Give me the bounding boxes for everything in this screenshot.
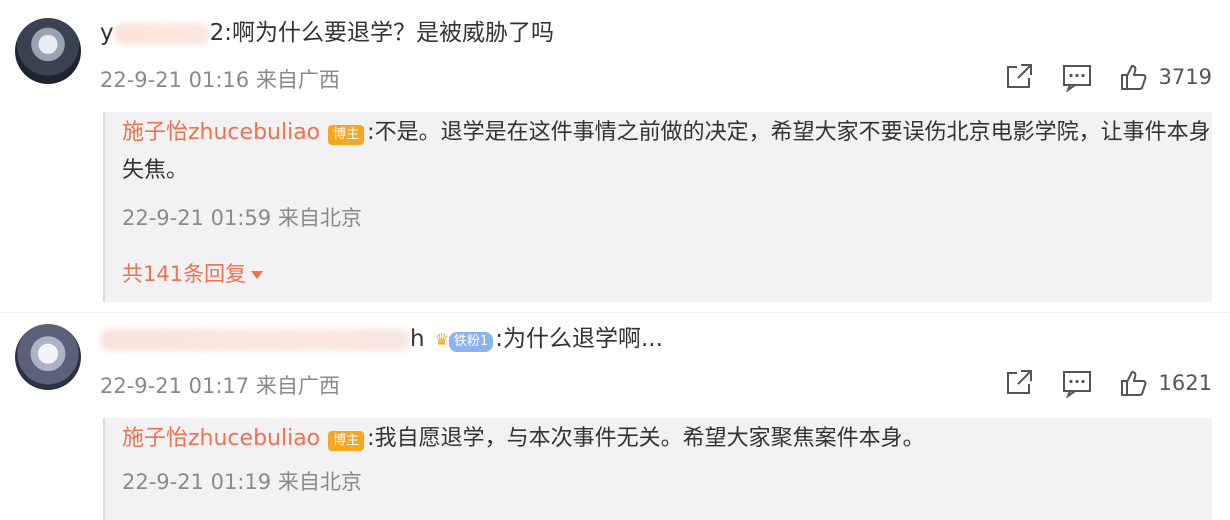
fan-badge: 铁粉1	[448, 332, 494, 352]
reply-box: 施子怡zhucebuliao 博主:不是。退学是在这件事情之前做的决定，希望大家不…	[103, 112, 1212, 302]
reply-box: 施子怡zhucebuliao 博主:我自愿退学，与本次事件无关。希望大家聚焦案件本…	[103, 418, 1212, 520]
username[interactable]: y2	[100, 20, 224, 46]
author-badge: 博主	[328, 125, 365, 145]
like-count: 1621	[1158, 371, 1212, 395]
comment-text: :啊为什么要退学？是被威胁了吗	[224, 20, 555, 46]
comment-meta: 22-9-21 01:16 来自广西	[100, 68, 340, 92]
username[interactable]: h	[100, 326, 425, 352]
reply-author[interactable]: 施子怡zhucebuliao	[122, 120, 320, 145]
comment-actions: 3719	[977, 62, 1212, 92]
comment-item: h ♛ 铁粉1:为什么退学啊... 22-9-21 01:17 来自广西 1621 …	[0, 318, 1230, 520]
divider	[0, 312, 1230, 313]
avatar[interactable]	[15, 18, 81, 84]
author-badge: 博主	[328, 431, 365, 451]
comment-line: h ♛ 铁粉1:为什么退学啊...	[100, 324, 663, 355]
comment-icon[interactable]	[1061, 368, 1093, 398]
share-icon[interactable]	[1003, 62, 1035, 92]
reply-author[interactable]: 施子怡zhucebuliao	[122, 426, 320, 451]
redacted-username	[113, 22, 210, 45]
comment-actions: 1621	[977, 368, 1212, 398]
comment-meta: 22-9-21 01:17 来自广西	[100, 374, 340, 398]
redacted-username	[100, 328, 410, 351]
share-icon[interactable]	[1003, 368, 1035, 398]
chevron-down-icon	[251, 271, 264, 279]
reply-meta: 22-9-21 01:59 来自北京	[122, 206, 362, 230]
more-replies-link[interactable]: 共141条回复	[122, 258, 264, 288]
comment-text: :为什么退学啊...	[495, 326, 663, 352]
thumbs-up-icon[interactable]	[1119, 62, 1149, 92]
comment-item: y 2:啊为什么要退学？是被威胁了吗 22-9-21 01:16 来自广西 371…	[0, 0, 1230, 320]
reply-text-block: 施子怡zhucebuliao 博主:不是。退学是在这件事情之前做的决定，希望大家不…	[122, 114, 1212, 190]
avatar[interactable]	[15, 324, 81, 390]
crown-icon: ♛	[434, 329, 449, 349]
reply-text: :我自愿退学，与本次事件无关。希望大家聚焦案件本身。	[367, 426, 925, 451]
reply-text-block: 施子怡zhucebuliao 博主:我自愿退学，与本次事件无关。希望大家聚焦案件本…	[122, 420, 1212, 458]
comment-icon[interactable]	[1061, 62, 1093, 92]
thumbs-up-icon[interactable]	[1119, 368, 1149, 398]
more-replies-label: 共141条回复	[122, 262, 247, 286]
like-count: 3719	[1158, 65, 1212, 89]
comment-line: y 2:啊为什么要退学？是被威胁了吗	[100, 18, 554, 48]
reply-meta: 22-9-21 01:19 来自北京	[122, 470, 362, 494]
